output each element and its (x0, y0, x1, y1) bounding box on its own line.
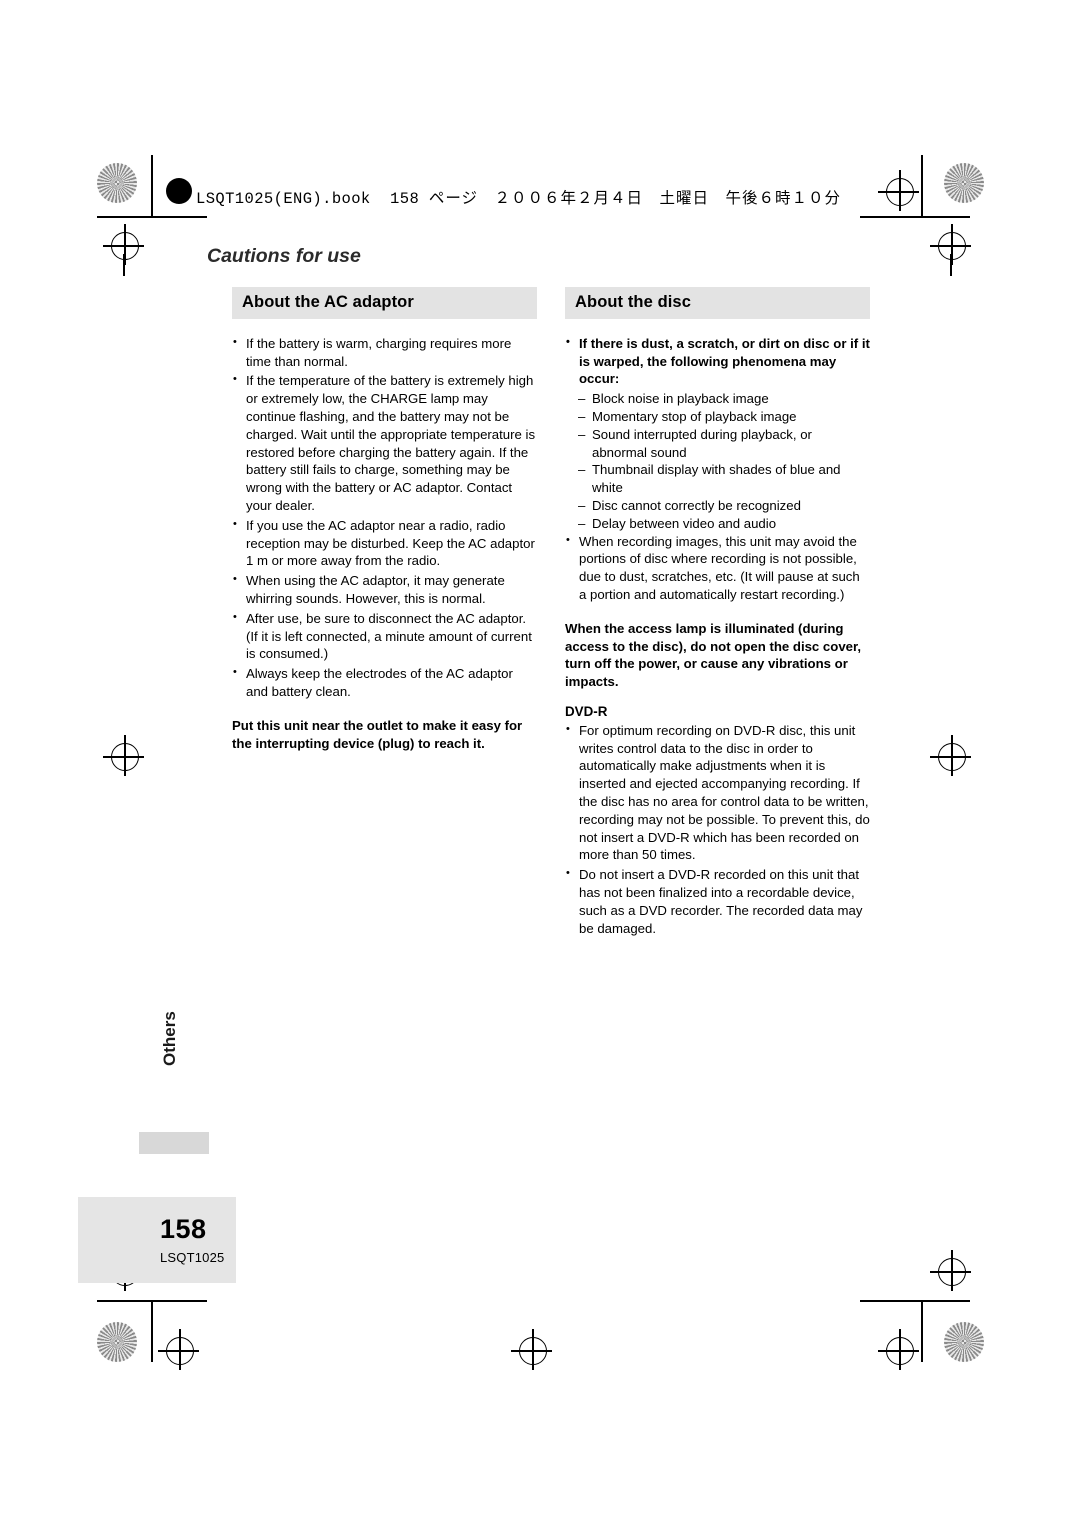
file-header-japanese: ページ ２００６年２月４日 土曜日 午後６時１０分 (428, 189, 842, 207)
registration-crosshair-right-lower (930, 1250, 971, 1291)
page-number-block (78, 1197, 236, 1283)
dvd-r-bullet-list: For optimum recording on DVD-R disc, thi… (565, 721, 870, 938)
registration-crosshair-right-middle (930, 735, 971, 776)
crop-line-top-right-vertical (921, 155, 923, 217)
crop-line-bottom-right-horizontal (860, 1300, 970, 1302)
list-item: After use, be sure to disconnect the AC … (232, 609, 537, 663)
file-header: LSQT1025(ENG).book 158 ページ ２００６年２月４日 土曜日… (196, 186, 841, 208)
list-item: If the temperature of the battery is ext… (232, 371, 537, 514)
disc-dash-list: Block noise in playback image Momentary … (578, 390, 870, 532)
registration-dot-top-left (166, 178, 192, 204)
registration-star-top-right (944, 163, 984, 203)
registration-crosshair-bottom-left (158, 1329, 199, 1370)
side-tab-block (139, 1132, 209, 1154)
page-document-code: LSQT1025 (160, 1250, 225, 1265)
crop-line-bottom-left-vertical (151, 1300, 153, 1362)
registration-crosshair-left-upper (103, 224, 144, 265)
crop-line-top-right-horizontal (860, 216, 970, 218)
ac-adaptor-note: Put this unit near the outlet to make it… (232, 717, 523, 751)
registration-crosshair-bottom-right (878, 1329, 919, 1370)
registration-crosshair-left-middle (103, 735, 144, 776)
list-item: Sound interrupted during playback, or ab… (578, 426, 870, 462)
list-item: If you use the AC adaptor near a radio, … (232, 516, 537, 570)
registration-star-top-left (97, 163, 137, 203)
list-item: If there is dust, a scratch, or dirt on … (565, 334, 870, 388)
dvd-r-subhead: DVD-R (565, 703, 608, 719)
list-item: If the battery is warm, charging require… (232, 334, 537, 371)
list-item: Do not insert a DVD-R recorded on this u… (565, 865, 870, 937)
list-item: When using the AC adaptor, it may genera… (232, 571, 537, 608)
section-title-ac-adaptor: About the AC adaptor (232, 287, 537, 319)
page-number: 158 (160, 1214, 207, 1244)
file-header-book: LSQT1025(ENG).book (196, 190, 371, 208)
disc-bullet-list: If there is dust, a scratch, or dirt on … (565, 334, 870, 388)
right-column: About the disc If there is dust, a scrat… (565, 287, 870, 939)
disc-access-lamp-note: When the access lamp is illuminated (dur… (565, 620, 862, 690)
crop-line-top-left-horizontal (97, 216, 207, 218)
list-item: Thumbnail display with shades of blue an… (578, 461, 870, 497)
section-title-disc: About the disc (565, 287, 870, 319)
list-item: When recording images, this unit may avo… (565, 532, 870, 604)
registration-star-bottom-right (944, 1322, 984, 1362)
registration-crosshair-top-right (878, 170, 919, 211)
registration-crosshair-bottom-center (511, 1329, 552, 1370)
crop-line-bottom-left-horizontal (97, 1300, 207, 1302)
crop-line-right-vertical (950, 254, 952, 276)
registration-crosshair-right-upper (930, 224, 971, 265)
file-header-page: 158 (390, 190, 420, 208)
list-item: For optimum recording on DVD-R disc, thi… (565, 721, 870, 864)
running-head: Cautions for use (207, 245, 361, 267)
list-item: Disc cannot correctly be recognized (578, 497, 870, 515)
list-item: Block noise in playback image (578, 390, 870, 408)
ac-adaptor-bullet-list: If the battery is warm, charging require… (232, 334, 537, 701)
disc-bullet-list-continued: When recording images, this unit may avo… (565, 532, 870, 604)
crop-line-left-vertical (123, 254, 125, 276)
side-tab-others: Others (160, 1011, 179, 1066)
list-item: Momentary stop of playback image (578, 408, 870, 426)
left-column: About the AC adaptor If the battery is w… (232, 287, 537, 752)
list-item: Delay between video and audio (578, 515, 870, 533)
crop-line-top-left-vertical (151, 155, 153, 217)
crop-line-bottom-right-vertical (921, 1300, 923, 1362)
registration-star-bottom-left (97, 1322, 137, 1362)
list-item: Always keep the electrodes of the AC ada… (232, 664, 537, 701)
